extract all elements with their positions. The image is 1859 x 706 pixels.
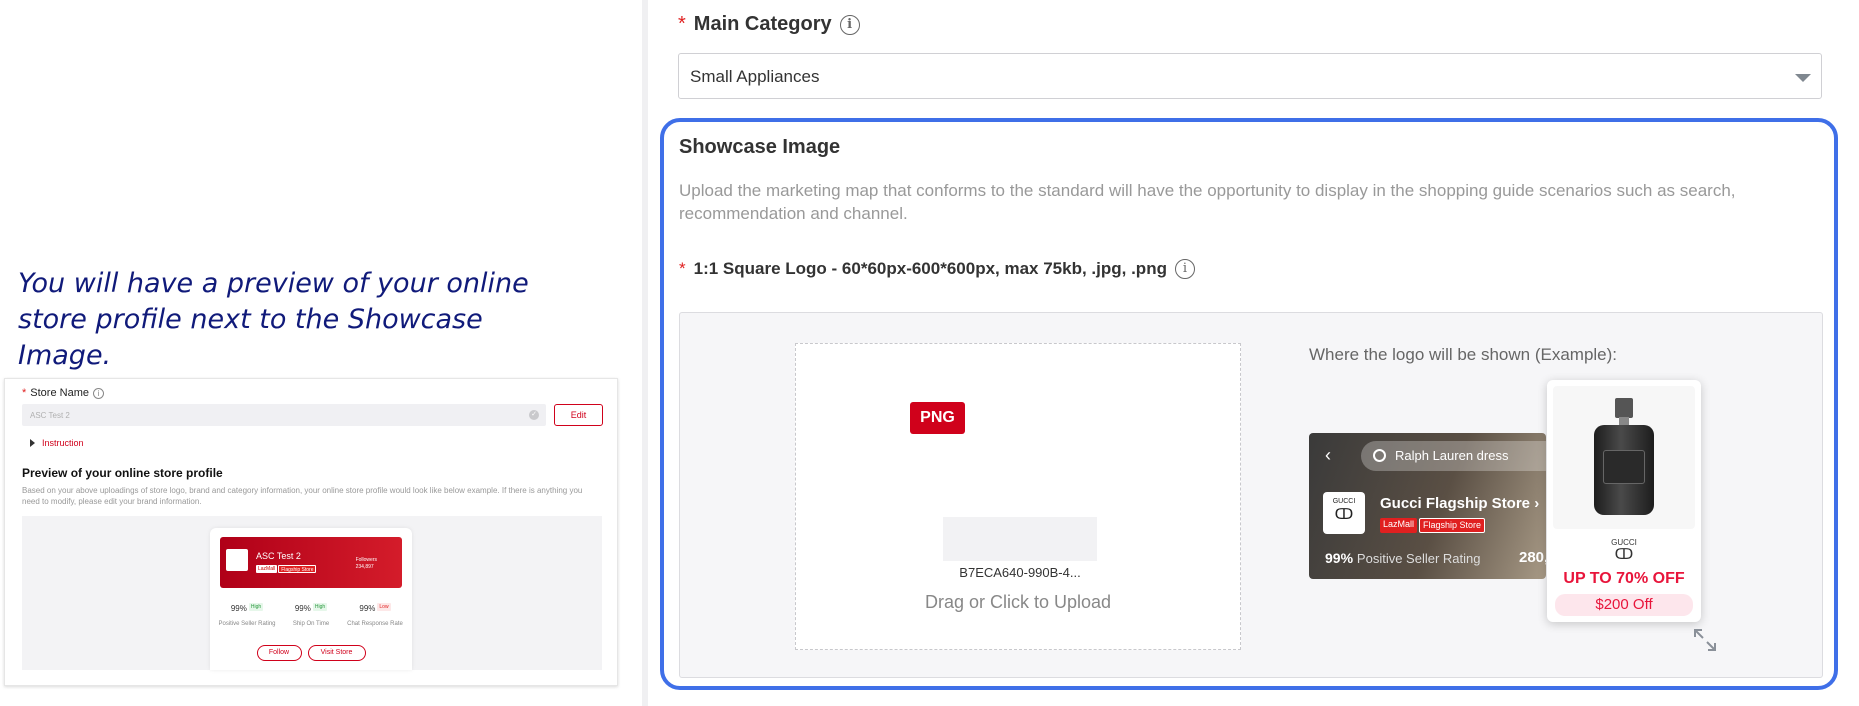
lazmall-tag: LazMall — [1380, 518, 1418, 533]
flagship-tag: Flagship Store — [278, 565, 317, 573]
upload-hint: Drag or Click to Upload — [924, 592, 1112, 612]
required-mark: * — [22, 387, 27, 399]
gucci-logo-icon: ↀ — [1614, 546, 1634, 563]
upload-dropzone[interactable]: PNG B7ECA640-990B-4... Drag or Click to … — [795, 343, 1241, 650]
showcase-image-section: Showcase Image Upload the marketing map … — [660, 118, 1838, 690]
instruction-toggle[interactable]: Instruction — [30, 438, 84, 448]
file-thumbnail — [943, 517, 1097, 561]
preview-title: Preview of your online store profile — [22, 466, 223, 480]
stat-badge: High — [312, 602, 328, 611]
gucci-logo-icon: ↀ — [1334, 506, 1354, 523]
showcase-title: Showcase Image — [679, 136, 841, 158]
page: You will have a preview of your online s… — [0, 0, 1859, 706]
follow-button[interactable]: Follow — [256, 645, 302, 661]
panel-separator — [642, 0, 648, 706]
preview-caption: You will have a preview of your online s… — [18, 266, 578, 374]
store-profile-preview-panel: * Store Name i ASC Test 2 ✓ Edit Instruc… — [4, 378, 618, 686]
perfume-bottle-image — [1553, 386, 1695, 529]
example-store-tags: LazMall Flagship Store — [1380, 518, 1486, 533]
product-brand: GUCCI ↀ — [1547, 538, 1701, 563]
example-caption: Where the logo will be shown (Example): — [1309, 345, 1618, 364]
check-icon: ✓ — [529, 410, 539, 420]
store-logo — [226, 549, 248, 571]
main-category-select[interactable]: Small Appliances — [678, 53, 1822, 99]
preview-description: Based on your above uploadings of store … — [22, 486, 583, 506]
required-mark: * — [679, 259, 686, 278]
square-logo-label: * 1:1 Square Logo - 60*60px-600*600px, m… — [679, 259, 1195, 279]
showcase-description: Upload the marketing map that conforms t… — [679, 181, 1736, 223]
stat-badge: Low — [377, 602, 391, 611]
card-actions: Follow Visit Store — [210, 645, 412, 661]
store-name-label: * Store Name i — [22, 387, 104, 399]
stat-positive-seller-rating: 99% High Positive Seller Rating — [218, 602, 276, 627]
example-follower-count: 280,23 — [1519, 549, 1546, 566]
example-rating: 99% Positive Seller Rating — [1325, 550, 1481, 566]
store-name-input[interactable]: ASC Test 2 ✓ — [22, 404, 546, 426]
preview-canvas: ASC Test 2 LazMall Flagship Store Follow… — [22, 516, 602, 670]
product-offer: UP TO 70% OFF — [1563, 570, 1685, 587]
selected-category: Small Appliances — [690, 67, 820, 86]
info-icon[interactable]: i — [1174, 259, 1195, 279]
store-profile-card: ASC Test 2 LazMall Flagship Store Follow… — [210, 528, 412, 670]
info-icon[interactable]: i — [92, 387, 104, 399]
store-stats: 99% High Positive Seller Rating 99% High S… — [218, 598, 404, 628]
example-store-logo: GUCCI ↀ — [1323, 492, 1365, 534]
uploaded-file-name: B7ECA640-990B-4... — [959, 565, 1081, 580]
card-store-name: ASC Test 2 — [256, 551, 301, 561]
visit-store-button[interactable]: Visit Store — [307, 645, 366, 661]
caption-line-1: You will have a preview of your online — [18, 268, 529, 299]
caption-line-2: store profile next to the Showcase Image… — [18, 304, 483, 371]
store-banner: ASC Test 2 LazMall Flagship Store Follow… — [220, 537, 402, 588]
lazmall-tag: LazMall — [256, 565, 278, 573]
flagship-tag: Flagship Store — [1419, 518, 1486, 533]
png-file-icon: PNG — [910, 402, 965, 434]
followers: Followers 234,897 — [355, 557, 377, 570]
required-mark: * — [678, 13, 686, 35]
edit-button[interactable]: Edit — [554, 404, 603, 426]
stat-chat-response-rate: 99% Low Chat Response Rate — [347, 602, 403, 627]
search-icon — [1373, 449, 1386, 462]
product-coupon: $200 Off — [1555, 594, 1693, 616]
main-category-label: * Main Category i — [678, 13, 860, 36]
example-product-card: GUCCI ↀ UP TO 70% OFF $200 Off — [1547, 380, 1701, 622]
chevron-right-icon: › — [1534, 495, 1540, 512]
example-search-bar: Ralph Lauren dress — [1361, 441, 1546, 471]
caret-right-icon — [30, 439, 35, 447]
chevron-down-icon — [1795, 74, 1811, 82]
stat-ship-on-time: 99% High Ship On Time — [292, 602, 330, 627]
example-store-name: Gucci Flagship Store › — [1380, 495, 1540, 512]
example-store-banner: ‹ Ralph Lauren dress GUCCI ↀ Gucci Flags… — [1309, 433, 1546, 579]
store-tags: LazMall Flagship Store — [256, 565, 317, 573]
back-arrow-icon: ‹ — [1325, 445, 1331, 465]
info-icon[interactable]: i — [839, 14, 860, 35]
expand-icon[interactable] — [1692, 627, 1718, 653]
logo-upload-area: PNG B7ECA640-990B-4... Drag or Click to … — [679, 312, 1823, 678]
stat-badge: High — [248, 602, 264, 611]
